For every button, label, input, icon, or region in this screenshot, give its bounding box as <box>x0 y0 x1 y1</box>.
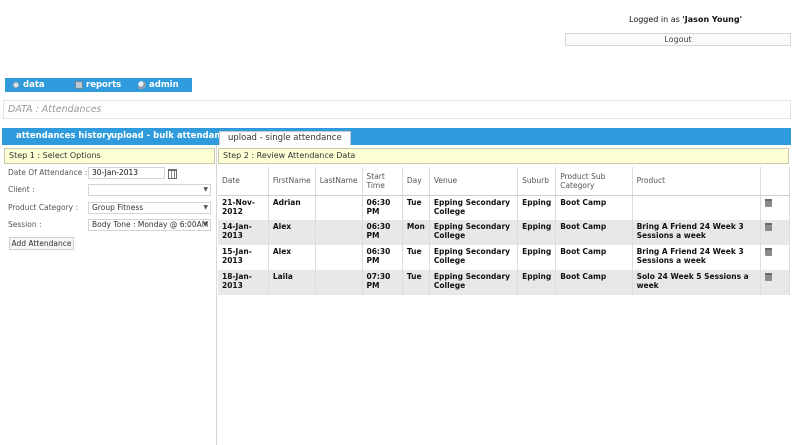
cell-firstname: Laila <box>268 270 316 295</box>
attendance-table: Date FirstName LastName Start Time Day V… <box>218 167 790 295</box>
cell-firstname: Adrian <box>268 195 316 220</box>
session-value: Body Tone : Monday @ 6:00AM [ <box>92 220 211 229</box>
admin-icon <box>138 81 146 89</box>
tab-bar: attendances history upload - bulk attend… <box>2 128 791 145</box>
reports-icon <box>75 81 83 89</box>
nav-data[interactable]: data <box>12 78 45 92</box>
col-date[interactable]: Date <box>218 167 269 196</box>
logged-in-prefix: Logged in as <box>629 15 683 24</box>
table-row: 18-Jan-2013 Laila 07:30 PM Tue Epping Se… <box>218 270 790 295</box>
cell-product: Solo 24 Week 5 Sessions a week <box>632 270 762 295</box>
page-title: DATA : Attendances <box>3 100 791 119</box>
cell-venue: Epping Secondary College <box>429 220 519 245</box>
col-product-sub-category[interactable]: Product Sub Category <box>555 167 633 196</box>
tab-attendances-history[interactable]: attendances history <box>16 128 112 145</box>
nav-reports-label: reports <box>86 80 122 90</box>
database-icon <box>12 81 20 89</box>
cell-suburb: Epping <box>517 195 557 220</box>
col-actions <box>760 167 790 196</box>
cell-day: Tue <box>402 270 430 295</box>
cell-lastname <box>315 195 363 220</box>
trash-icon[interactable] <box>765 248 772 256</box>
cell-day: Tue <box>402 195 430 220</box>
cell-day: Tue <box>402 245 430 270</box>
trash-icon[interactable] <box>765 198 772 207</box>
col-suburb[interactable]: Suburb <box>517 167 557 196</box>
col-day[interactable]: Day <box>402 167 430 196</box>
col-lastname[interactable]: LastName <box>315 167 363 196</box>
cell-day: Mon <box>402 220 430 245</box>
client-label: Client : <box>8 185 35 194</box>
cell-sub-category: Boot Camp <box>555 195 633 220</box>
cell-suburb: Epping <box>517 270 557 295</box>
cell-firstname: Alex <box>268 245 316 270</box>
cell-suburb: Epping <box>517 245 557 270</box>
calendar-icon[interactable] <box>168 169 177 179</box>
logged-in-user: 'Jason Young' <box>682 15 743 24</box>
cell-lastname <box>315 245 363 270</box>
main-nav: data reports admin <box>5 78 192 92</box>
cell-start-time: 07:30 PM <box>362 270 403 295</box>
table-header-row: Date FirstName LastName Start Time Day V… <box>218 167 790 196</box>
cell-start-time: 06:30 PM <box>362 245 403 270</box>
step2-panel: Step 2 : Review Attendance Data Date Fir… <box>218 145 790 445</box>
cell-product <box>632 195 762 220</box>
cell-sub-category: Boot Camp <box>555 245 633 270</box>
category-value: Group Fitness <box>92 203 144 212</box>
cell-actions <box>760 270 790 295</box>
cell-sub-category: Boot Camp <box>555 220 633 245</box>
cell-suburb: Epping <box>517 220 557 245</box>
tab-upload-single[interactable]: upload - single attendance <box>219 131 351 145</box>
cell-actions <box>760 195 790 220</box>
cell-venue: Epping Secondary College <box>429 195 519 220</box>
trash-icon[interactable] <box>765 273 772 281</box>
cell-date: 15-Jan-2013 <box>218 245 269 270</box>
cell-lastname <box>315 270 363 295</box>
session-label: Session : <box>8 220 42 229</box>
add-attendance-button[interactable]: Add Attendance <box>9 237 74 250</box>
product-category-select[interactable]: Group Fitness ▼ <box>88 202 211 214</box>
cell-start-time: 06:30 PM <box>362 195 403 220</box>
col-product[interactable]: Product <box>632 167 762 196</box>
chevron-down-icon: ▼ <box>203 186 208 193</box>
chevron-down-icon: ▼ <box>203 204 208 211</box>
cell-product: Bring A Friend 24 Week 3 Sessions a week <box>632 220 762 245</box>
trash-icon[interactable] <box>765 223 772 231</box>
tab-upload-bulk[interactable]: upload - bulk attendance <box>111 128 231 145</box>
cell-firstname: Alex <box>268 220 316 245</box>
col-firstname[interactable]: FirstName <box>268 167 316 196</box>
category-label: Product Category : <box>8 203 79 212</box>
nav-reports[interactable]: reports <box>75 78 121 92</box>
cell-venue: Epping Secondary College <box>429 245 519 270</box>
step1-title: Step 1 : Select Options <box>4 148 215 164</box>
col-venue[interactable]: Venue <box>429 167 519 196</box>
cell-sub-category: Boot Camp <box>555 270 633 295</box>
cell-venue: Epping Secondary College <box>429 270 519 295</box>
date-of-attendance-input[interactable]: 30-Jan-2013 <box>88 167 165 179</box>
login-info: Logged in as 'Jason Young' <box>629 15 742 24</box>
col-start-time[interactable]: Start Time <box>362 167 403 196</box>
cell-date: 14-Jan-2013 <box>218 220 269 245</box>
table-row: 14-Jan-2013 Alex 06:30 PM Mon Epping Sec… <box>218 220 790 245</box>
session-select[interactable]: Body Tone : Monday @ 6:00AM [ ▼ <box>88 219 211 231</box>
logout-button[interactable]: Logout <box>565 33 791 46</box>
cell-actions <box>760 220 790 245</box>
table-row: 21-Nov-2012 Adrian 06:30 PM Tue Epping S… <box>218 195 790 220</box>
cell-actions <box>760 245 790 270</box>
cell-product: Bring A Friend 24 Week 3 Sessions a week <box>632 245 762 270</box>
nav-data-label: data <box>23 80 45 90</box>
date-label: Date Of Attendance : <box>8 168 88 177</box>
cell-date: 18-Jan-2013 <box>218 270 269 295</box>
cell-start-time: 06:30 PM <box>362 220 403 245</box>
cell-lastname <box>315 220 363 245</box>
nav-admin-label: admin <box>149 80 179 90</box>
nav-admin[interactable]: admin <box>138 78 179 92</box>
cell-date: 21-Nov-2012 <box>218 195 269 220</box>
chevron-down-icon: ▼ <box>203 221 208 228</box>
table-row: 15-Jan-2013 Alex 06:30 PM Tue Epping Sec… <box>218 245 790 270</box>
client-select[interactable]: ▼ <box>88 184 211 196</box>
step2-title: Step 2 : Review Attendance Data <box>218 148 789 164</box>
